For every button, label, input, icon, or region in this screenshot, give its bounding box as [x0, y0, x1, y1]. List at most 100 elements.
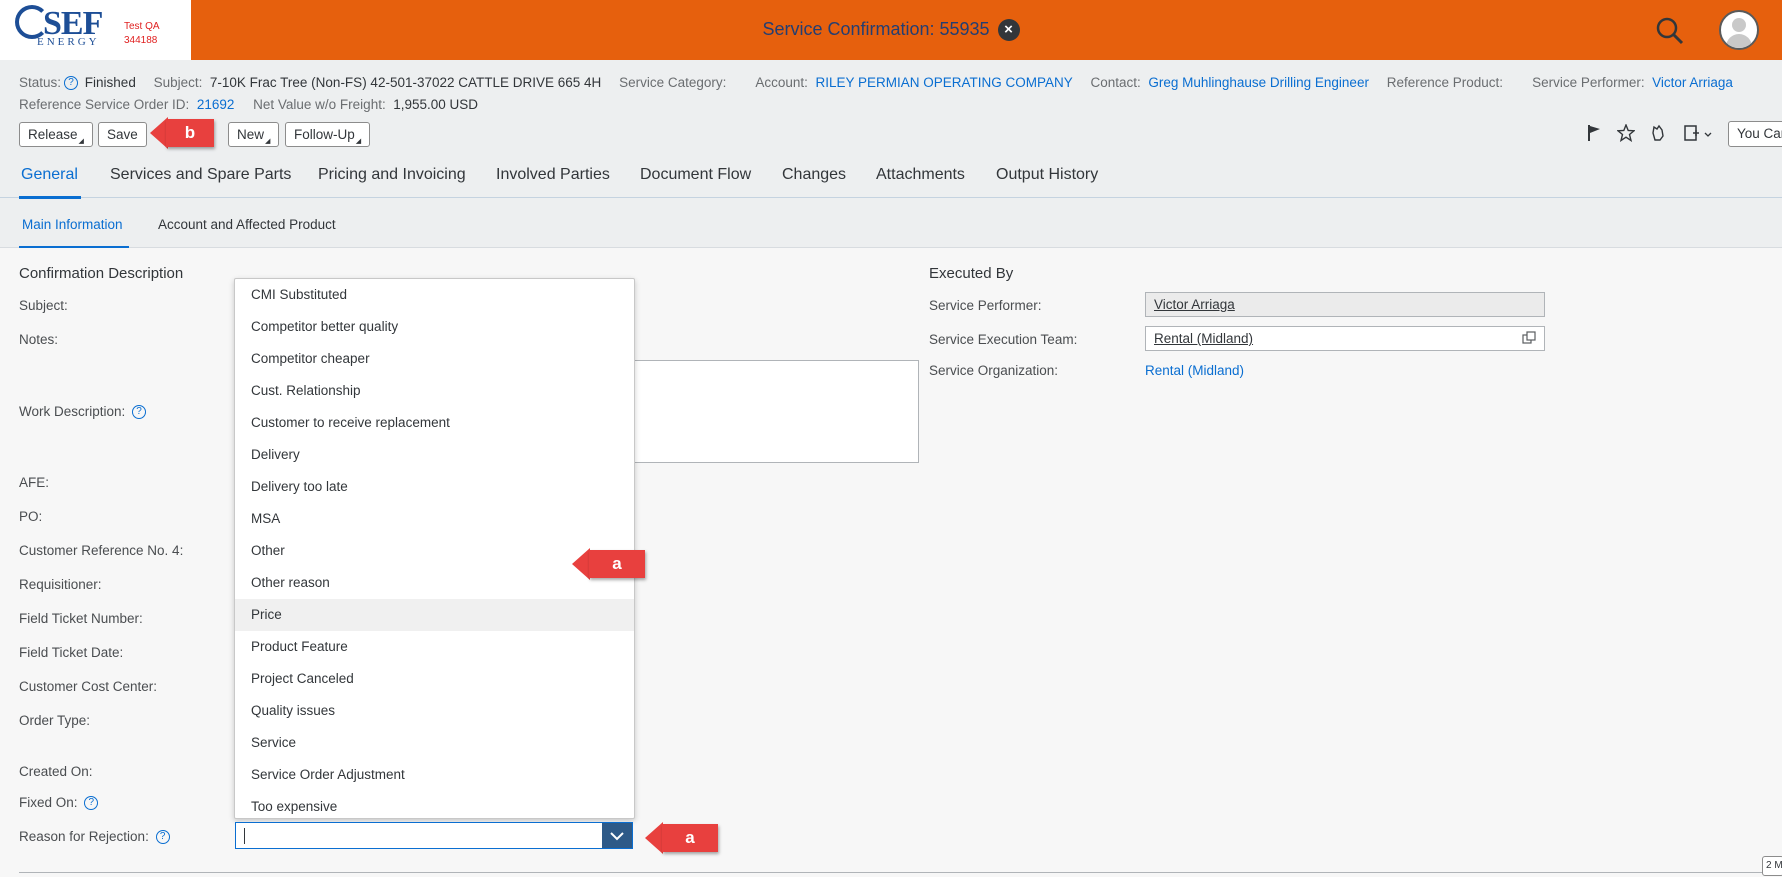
hand-icon[interactable]	[1650, 124, 1666, 147]
dropdown-option[interactable]: Project Canceled	[235, 663, 634, 695]
service-performer-link[interactable]: Victor Arriaga	[1652, 75, 1733, 90]
shell-bar: SEF ENERGY Test QA 344188 Service Confir…	[0, 0, 1782, 60]
page-title: Service Confirmation: 55935	[762, 19, 990, 39]
flag-icon[interactable]	[1586, 124, 1602, 147]
customer-ref-field-label: Customer Reference No. 4:	[19, 543, 184, 558]
divider	[19, 872, 1779, 873]
company-logo[interactable]: SEF ENERGY Test QA 344188	[0, 0, 191, 60]
dropdown-option[interactable]: Cust. Relationship	[235, 375, 634, 407]
you-can-button[interactable]: You Can	[1728, 121, 1782, 147]
right-service-performer-label: Service Performer:	[929, 298, 1042, 313]
tab-involved-parties[interactable]: Involved Parties	[496, 166, 610, 184]
service-organization-link[interactable]: Rental (Midland)	[1145, 363, 1244, 378]
page-title-bar: Service Confirmation: 55935 ×	[0, 19, 1782, 42]
annotation-arrow-a-list: a	[572, 548, 645, 580]
execution-team-link[interactable]: Rental (Midland)	[1154, 331, 1253, 346]
help-icon[interactable]: ?	[132, 405, 147, 420]
tab-bar: General Services and Spare Parts Pricing…	[0, 162, 1782, 198]
reason-for-rejection-combobox[interactable]	[235, 822, 633, 849]
close-icon[interactable]: ×	[997, 19, 1020, 42]
notes-field-label: Notes:	[19, 332, 59, 347]
created-on-label: Created On:	[19, 764, 93, 779]
ref-order-link[interactable]: 21692	[197, 97, 235, 112]
tab-services-and-spare-parts[interactable]: Services and Spare Parts	[110, 166, 291, 184]
dropdown-option[interactable]: Competitor better quality	[235, 311, 634, 343]
text-cursor	[244, 828, 245, 844]
dropdown-option[interactable]: Product Feature	[235, 631, 634, 663]
logo-subtitle: ENERGY	[37, 36, 100, 48]
reason-for-rejection-label: Reason for Rejection: ?	[19, 829, 173, 845]
account-label: Account:	[755, 75, 808, 90]
user-avatar-icon[interactable]	[1719, 10, 1759, 50]
help-icon[interactable]: ?	[155, 830, 170, 845]
tab-attachments[interactable]: Attachments	[876, 166, 965, 184]
subtab-account-and-affected-product[interactable]: Account and Affected Product	[158, 217, 336, 232]
dropdown-option[interactable]: Delivery	[235, 439, 634, 471]
account-link[interactable]: RILEY PERMIAN OPERATING COMPANY	[815, 75, 1072, 90]
header-facets: Status:? Finished Subject: 7-10K Frac Tr…	[19, 75, 1747, 91]
afe-field-label: AFE:	[19, 475, 50, 490]
notes-textarea[interactable]	[600, 360, 919, 463]
subtab-bar: Main Information Account and Affected Pr…	[0, 199, 1782, 248]
subject-value: 7-10K Frac Tree (Non-FS) 42-501-37022 CA…	[209, 75, 602, 90]
subtab-main-information[interactable]: Main Information	[22, 217, 123, 232]
tab-changes[interactable]: Changes	[782, 166, 846, 184]
tab-output-history[interactable]: Output History	[996, 166, 1098, 184]
new-button[interactable]: New◢	[228, 122, 280, 147]
tab-pricing-and-invoicing[interactable]: Pricing and Invoicing	[318, 166, 466, 184]
subject-label: Subject:	[153, 75, 203, 90]
field-ticket-number-label: Field Ticket Number:	[19, 611, 143, 626]
dropdown-option[interactable]: Service	[235, 727, 634, 759]
execution-team-field[interactable]: Rental (Midland)	[1145, 326, 1545, 351]
dropdown-option[interactable]: MSA	[235, 503, 634, 535]
status-value: Finished	[84, 75, 136, 90]
star-icon[interactable]	[1616, 123, 1636, 147]
add-document-icon[interactable]	[1683, 124, 1715, 147]
work-description-label: Work Description: ?	[19, 404, 149, 420]
reference-product-label: Reference Product:	[1386, 75, 1504, 90]
contact-label: Contact:	[1090, 75, 1141, 90]
execution-team-label: Service Execution Team:	[929, 332, 1078, 347]
section-title-confirmation-description: Confirmation Description	[19, 265, 184, 282]
value-help-icon[interactable]	[1522, 331, 1536, 345]
dropdown-option[interactable]: CMI Substituted	[235, 279, 634, 311]
fixed-on-label: Fixed On: ?	[19, 795, 101, 811]
help-icon[interactable]: ?	[84, 796, 99, 811]
status-label: Status:	[19, 75, 62, 90]
contact-link[interactable]: Greg Muhlinghause Drilling Engineer	[1148, 75, 1369, 90]
save-button[interactable]: Save	[98, 122, 147, 147]
corner-tag[interactable]: 2 M	[1762, 856, 1782, 876]
net-value-label: Net Value w/o Freight:	[253, 97, 386, 112]
requisitioner-field-label: Requisitioner:	[19, 577, 102, 592]
dropdown-option[interactable]: Too expensive	[235, 791, 634, 823]
service-performer-link[interactable]: Victor Arriaga	[1154, 297, 1235, 312]
dropdown-option[interactable]: Quality issues	[235, 695, 634, 727]
tab-general[interactable]: General	[21, 166, 78, 184]
service-performer-label: Service Performer:	[1532, 75, 1645, 90]
dropdown-option[interactable]: Service Order Adjustment	[235, 759, 634, 791]
dropdown-option[interactable]: Competitor cheaper	[235, 343, 634, 375]
active-subtab-indicator	[19, 246, 129, 248]
subject-field-label: Subject:	[19, 298, 68, 313]
annotation-arrow-a-field: a	[645, 822, 718, 854]
po-field-label: PO:	[19, 509, 43, 524]
environment-label: Test QA 344188	[124, 21, 160, 46]
net-value: 1,955.00 USD	[393, 97, 479, 112]
section-title-executed-by: Executed By	[929, 265, 1014, 282]
release-button[interactable]: Release◢	[19, 122, 93, 147]
customer-cost-center-label: Customer Cost Center:	[19, 679, 158, 694]
dropdown-option-highlighted[interactable]: Price	[235, 599, 634, 631]
follow-up-button[interactable]: Follow-Up◢	[285, 122, 371, 147]
service-performer-field: Victor Arriaga	[1145, 292, 1545, 317]
header-facets-row2: Reference Service Order ID: 21692 Net Va…	[19, 97, 478, 112]
search-icon[interactable]	[1655, 16, 1685, 46]
ref-order-label: Reference Service Order ID:	[19, 97, 190, 112]
dropdown-option[interactable]: Delivery too late	[235, 471, 634, 503]
help-icon[interactable]: ?	[64, 76, 79, 91]
chevron-down-icon[interactable]	[602, 823, 632, 848]
tab-document-flow[interactable]: Document Flow	[640, 166, 751, 184]
field-ticket-date-label: Field Ticket Date:	[19, 645, 124, 660]
service-category-label: Service Category:	[619, 75, 727, 90]
order-type-label: Order Type:	[19, 713, 91, 728]
dropdown-option[interactable]: Customer to receive replacement	[235, 407, 634, 439]
